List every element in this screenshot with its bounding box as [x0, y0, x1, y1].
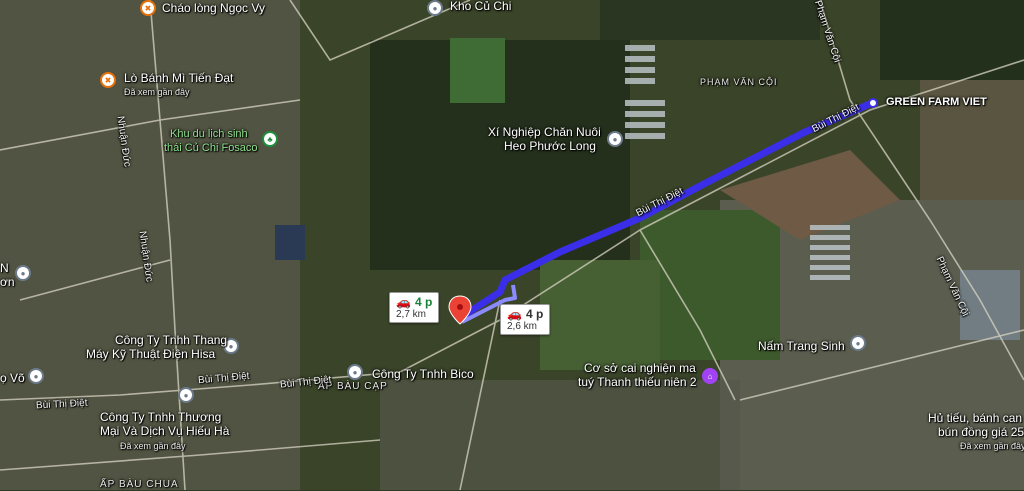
- factory-pin-icon[interactable]: ●: [607, 131, 623, 147]
- place-label[interactable]: tuý Thanh thiếu niên 2: [578, 376, 697, 389]
- left-place-pin-2-icon[interactable]: ●: [28, 368, 44, 384]
- place-label[interactable]: Lò Bánh Mì Tiến Đạt: [124, 72, 233, 85]
- place-label[interactable]: Máy Kỹ Thuật Điện Hisa: [86, 348, 215, 361]
- car-icon: 🚗: [507, 307, 522, 321]
- rehab-center-pin-icon[interactable]: ⌂: [702, 368, 718, 384]
- place-label[interactable]: Cơ sở cai nghiện ma: [584, 362, 696, 375]
- bakery-pin-icon[interactable]: ✖: [100, 72, 116, 88]
- route-distance: 2,6 km: [507, 321, 538, 332]
- place-label[interactable]: Kho Củ Chi: [450, 0, 511, 13]
- place-label[interactable]: ọ Võ: [0, 372, 25, 385]
- route-info-alternate[interactable]: 🚗 4 p 2,6 km: [500, 304, 551, 335]
- route-info-primary[interactable]: 🚗 4 p 2,7 km: [389, 292, 440, 323]
- place-label[interactable]: Công Ty Tnhh Thang: [115, 334, 227, 347]
- road-label: Bùi Thị Điệt: [35, 397, 88, 412]
- route-start-dot: [868, 98, 878, 108]
- place-label[interactable]: N: [0, 262, 9, 275]
- place-label[interactable]: Xí Nghiệp Chăn Nuôi: [488, 126, 601, 139]
- area-label: PHẠM VĂN CỘI: [700, 77, 778, 87]
- place-label[interactable]: Hủ tiếu, bánh can: [928, 412, 1022, 425]
- route-distance: 2,7 km: [396, 309, 427, 320]
- place-sublabel: Đã xem gần đây: [124, 87, 190, 97]
- place-label[interactable]: GREEN FARM VIET: [886, 96, 987, 109]
- place-label[interactable]: Công Ty Tnhh Thương: [100, 411, 221, 424]
- place-label[interactable]: Cháo lòng Ngọc Vy: [162, 2, 265, 15]
- company-bico-pin-icon[interactable]: ●: [347, 364, 363, 380]
- place-label[interactable]: bún đồng giá 25: [938, 426, 1024, 439]
- place-sublabel: Đã xem gần đây: [120, 441, 186, 451]
- place-label[interactable]: Khu du lịch sinh: [170, 128, 248, 141]
- area-label: ẤP BÀU CHUA: [100, 479, 179, 490]
- place-sublabel: Đã xem gần đây: [960, 441, 1024, 451]
- route-time: 4 p: [525, 307, 544, 321]
- place-label[interactable]: Nấm Trang Sinh: [758, 340, 845, 353]
- mushroom-farm-pin-icon[interactable]: ●: [850, 335, 866, 351]
- route-time: 4 p: [414, 295, 433, 309]
- car-icon: 🚗: [396, 295, 411, 309]
- left-place-pin-icon[interactable]: ●: [15, 265, 31, 281]
- place-label[interactable]: ơn: [0, 276, 15, 289]
- place-label[interactable]: thái Củ Chi Fosaco: [164, 142, 258, 155]
- warehouse-pin-icon[interactable]: ●: [427, 0, 443, 16]
- place-label[interactable]: Heo Phước Long: [504, 140, 596, 153]
- place-label[interactable]: Mại Và Dịch Vụ Hiếu Hà: [100, 425, 229, 438]
- park-pin-icon[interactable]: ♣: [262, 131, 278, 147]
- company-hieu-ha-pin-icon[interactable]: ●: [178, 387, 194, 403]
- restaurant-pin-icon[interactable]: ✖: [140, 0, 156, 16]
